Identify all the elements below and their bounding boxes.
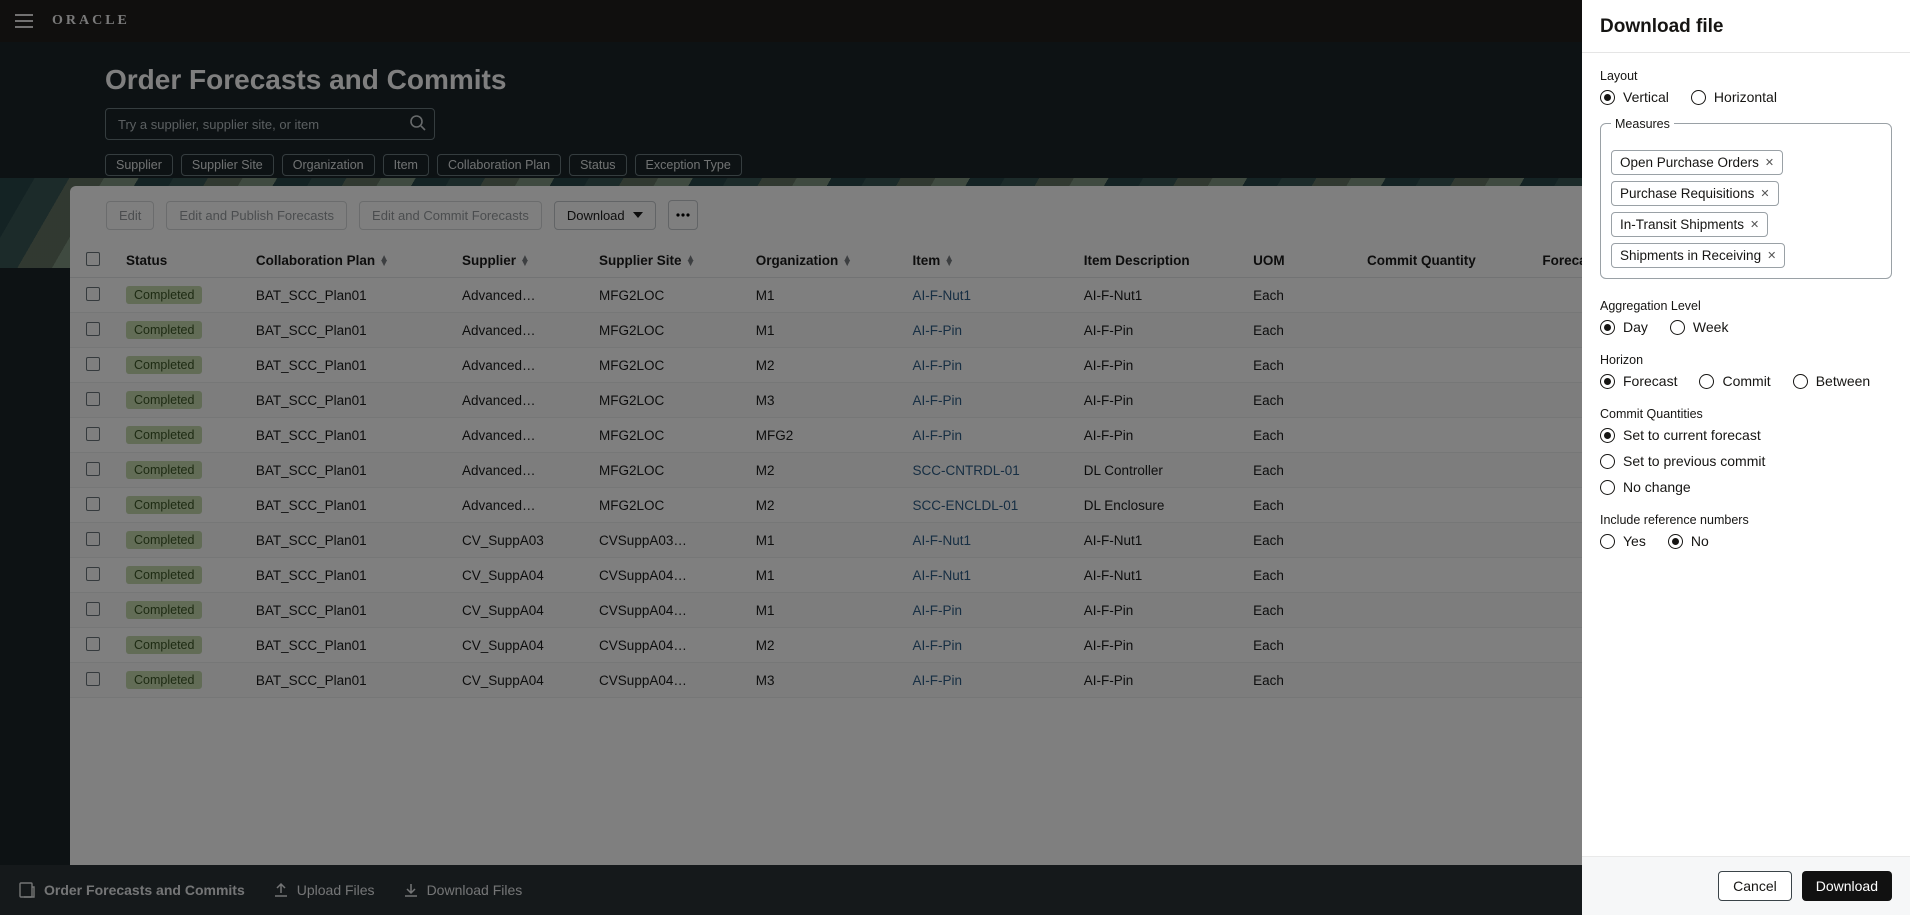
chip-label: Shipments in Receiving — [1620, 248, 1761, 263]
radio-commitq-current[interactable]: Set to current forecast — [1600, 427, 1892, 443]
radio-ref-no[interactable]: No — [1668, 533, 1709, 549]
download-drawer: Download file Layout Vertical Horizontal… — [1582, 0, 1910, 915]
measure-chip[interactable]: Shipments in Receiving ✕ — [1611, 243, 1785, 268]
radio-layout-vertical[interactable]: Vertical — [1600, 89, 1669, 105]
radio-commitq-previous[interactable]: Set to previous commit — [1600, 453, 1892, 469]
measure-chip[interactable]: Purchase Requisitions ✕ — [1611, 181, 1779, 206]
chip-label: Purchase Requisitions — [1620, 186, 1754, 201]
radio-horizon-forecast[interactable]: Forecast — [1600, 373, 1677, 389]
chip-label: In-Transit Shipments — [1620, 217, 1744, 232]
chip-remove-icon[interactable]: ✕ — [1767, 249, 1776, 262]
agg-label: Aggregation Level — [1600, 299, 1892, 313]
radio-horizon-commit[interactable]: Commit — [1699, 373, 1770, 389]
radio-agg-day[interactable]: Day — [1600, 319, 1648, 335]
radio-agg-week[interactable]: Week — [1670, 319, 1729, 335]
radio-layout-horizontal[interactable]: Horizontal — [1691, 89, 1777, 105]
chip-remove-icon[interactable]: ✕ — [1760, 187, 1769, 200]
measure-chip[interactable]: In-Transit Shipments ✕ — [1611, 212, 1768, 237]
measure-chip[interactable]: Open Purchase Orders ✕ — [1611, 150, 1783, 175]
chip-label: Open Purchase Orders — [1620, 155, 1759, 170]
drawer-title: Download file — [1600, 16, 1892, 38]
measures-box: Measures Open Purchase Orders✕Purchase R… — [1600, 123, 1892, 279]
commitq-label: Commit Quantities — [1600, 407, 1892, 421]
radio-horizon-between[interactable]: Between — [1793, 373, 1870, 389]
chip-remove-icon[interactable]: ✕ — [1750, 218, 1759, 231]
measures-label: Measures — [1611, 117, 1674, 131]
ref-label: Include reference numbers — [1600, 513, 1892, 527]
radio-ref-yes[interactable]: Yes — [1600, 533, 1646, 549]
horizon-label: Horizon — [1600, 353, 1892, 367]
cancel-button[interactable]: Cancel — [1718, 871, 1792, 901]
download-submit-button[interactable]: Download — [1802, 871, 1892, 901]
radio-commitq-none[interactable]: No change — [1600, 479, 1892, 495]
chip-remove-icon[interactable]: ✕ — [1765, 156, 1774, 169]
layout-label: Layout — [1600, 69, 1892, 83]
